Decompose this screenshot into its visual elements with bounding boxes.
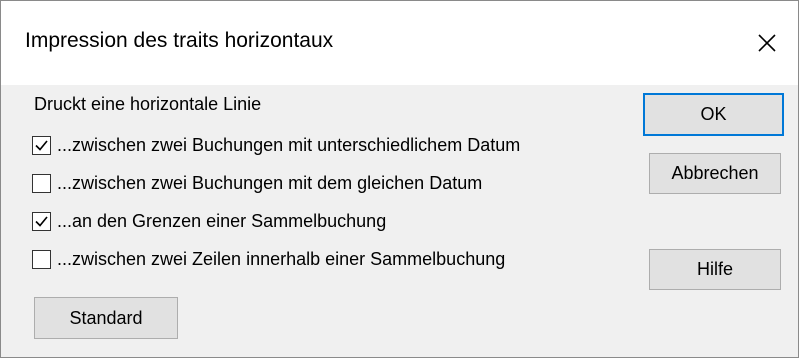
cancel-button[interactable]: Abbrechen: [649, 153, 781, 194]
dialog-body: Druckt eine horizontale Linie ...zwische…: [1, 85, 798, 357]
group-label: Druckt eine horizontale Linie: [34, 94, 262, 114]
window-title: Impression des traits horizontaux: [25, 29, 334, 52]
option-label-lines-within-group: ...zwischen zwei Zeilen innerhalb einer …: [57, 248, 506, 269]
option-row-group-boundaries[interactable]: ...an den Grenzen einer Sammelbuchung: [32, 209, 386, 233]
checkmark-icon: [35, 139, 48, 151]
help-button[interactable]: Hilfe: [649, 249, 781, 290]
standard-button[interactable]: Standard: [34, 297, 178, 339]
checkbox-same-date[interactable]: [32, 173, 51, 193]
option-row-different-date[interactable]: ...zwischen zwei Buchungen mit unterschi…: [32, 133, 520, 157]
title-bar: Impression des traits horizontaux: [1, 1, 798, 85]
dialog-window: Impression des traits horizontaux Druckt…: [0, 0, 799, 358]
checkbox-different-date[interactable]: [32, 135, 51, 155]
ok-button[interactable]: OK: [643, 93, 784, 136]
option-label-group-boundaries: ...an den Grenzen einer Sammelbuchung: [57, 210, 387, 231]
checkbox-lines-within-group[interactable]: [32, 249, 51, 269]
option-label-different-date: ...zwischen zwei Buchungen mit unterschi…: [57, 134, 521, 155]
close-button[interactable]: [736, 1, 798, 85]
option-row-lines-within-group[interactable]: ...zwischen zwei Zeilen innerhalb einer …: [32, 247, 505, 271]
checkbox-group-boundaries[interactable]: [32, 211, 51, 231]
option-row-same-date[interactable]: ...zwischen zwei Buchungen mit dem gleic…: [32, 171, 482, 195]
checkmark-icon: [35, 215, 48, 227]
option-label-same-date: ...zwischen zwei Buchungen mit dem gleic…: [57, 172, 483, 193]
close-icon: [758, 34, 776, 52]
